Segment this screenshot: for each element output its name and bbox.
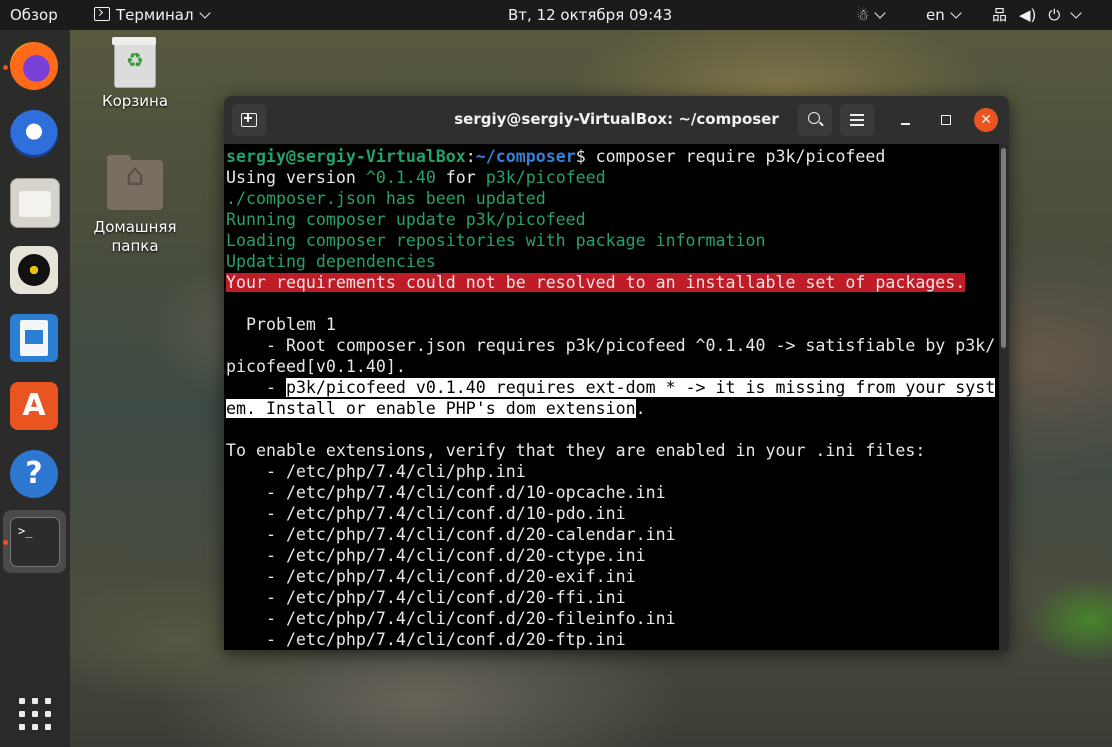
hamburger-menu-button[interactable] (840, 104, 874, 136)
prompt-colon: : (465, 147, 476, 166)
prompt-symbol: $ (575, 147, 596, 166)
home-label-line1: Домашняя (93, 218, 177, 236)
search-button[interactable] (798, 104, 832, 136)
problem-line-1: - Root composer.json requires p3k/picofe… (226, 336, 996, 355)
problem-line-3: - p3k/picofeed v0.1.40 requires ext-dom … (226, 378, 996, 397)
language-label: en (926, 6, 945, 24)
ini-file: - /etc/php/7.4/cli/conf.d/10-pdo.ini (226, 504, 626, 523)
app-menu[interactable]: Терминал (94, 0, 211, 30)
terminal-dock-icon[interactable]: >_ (10, 517, 60, 567)
chevron-down-icon (198, 7, 211, 19)
scrollbar-thumb[interactable] (1001, 148, 1006, 348)
dock: A ? >_ (0, 30, 70, 747)
help-icon[interactable]: ? (10, 450, 58, 498)
prompt-user: sergiy@sergiy-VirtualBox (226, 147, 466, 166)
language-menu[interactable]: en (926, 0, 962, 30)
home-folder-icon (107, 155, 163, 210)
ini-file: - /etc/php/7.4/cli/conf.d/10-opcache.ini (226, 483, 666, 502)
new-tab-button[interactable] (232, 104, 266, 136)
problem-line-4: em. Install or enable PHP's dom extensio… (226, 399, 646, 418)
libreoffice-writer-icon[interactable] (10, 314, 58, 362)
running-indicator (3, 65, 8, 70)
command-text: composer require p3k/picofeed (595, 147, 886, 166)
desktop-home-folder[interactable]: Домашняя папка (86, 155, 184, 256)
thunderbird-icon[interactable] (10, 110, 58, 158)
terminal-icon (94, 7, 110, 21)
firefox-icon[interactable] (10, 42, 58, 90)
maximize-button[interactable] (934, 108, 958, 132)
home-label-line2: папка (111, 237, 159, 255)
line-running: Running composer update p3k/picofeed (226, 210, 586, 229)
network-icon: 品 (992, 6, 1008, 24)
new-tab-icon (241, 113, 257, 127)
files-icon[interactable] (10, 178, 60, 228)
window-title: sergiy@sergiy-VirtualBox: ~/composer (454, 110, 779, 128)
ini-file: - /etc/php/7.4/cli/conf.d/20-exif.ini (226, 567, 636, 586)
apps-grid-icon[interactable] (19, 698, 51, 730)
maximize-icon (941, 115, 951, 125)
volume-icon: ◀) (1019, 6, 1037, 24)
ini-file: - /etc/php/7.4/cli/conf.d/20-ctype.ini (226, 546, 646, 565)
window-titlebar[interactable]: sergiy@sergiy-VirtualBox: ~/composer ✕ (224, 96, 1009, 145)
running-indicator (3, 540, 8, 545)
minimize-icon (901, 123, 910, 125)
desktop-trash[interactable]: Корзина (90, 37, 180, 111)
ini-file: - /etc/php/7.4/cli/conf.d/20-fileinfo.in… (226, 609, 676, 628)
problem-header: Problem 1 (226, 315, 336, 334)
close-icon: ✕ (980, 112, 992, 128)
terminal-window: sergiy@sergiy-VirtualBox: ~/composer ✕ s… (224, 96, 1009, 650)
rhythmbox-icon[interactable] (10, 246, 58, 294)
minimize-button[interactable] (894, 108, 918, 132)
ini-file: - /etc/php/7.4/cli/conf.d/20-calendar.in… (226, 525, 676, 544)
terminal-text: sergiy@sergiy-VirtualBox:~/composer$ com… (226, 146, 996, 650)
trash-label: Корзина (101, 92, 169, 110)
line-loading: Loading composer repositories with packa… (226, 231, 766, 250)
chevron-down-icon (950, 7, 962, 19)
line-updated: ./composer.json has been updated (226, 189, 546, 208)
ini-file: - /etc/php/7.4/cli/php.ini (226, 462, 526, 481)
ini-file: - /etc/php/7.4/cli/conf.d/20-ffi.ini (226, 588, 626, 607)
app-menu-label: Терминал (116, 6, 194, 24)
activities-button[interactable]: Обзор (10, 0, 58, 30)
terminal-output[interactable]: sergiy@sergiy-VirtualBox:~/composer$ com… (224, 144, 999, 650)
top-bar: Обзор Терминал Вт, 12 октября 09:43 ☃ en… (0, 0, 1112, 30)
accessibility-menu[interactable]: ☃ (856, 0, 887, 30)
chevron-down-icon (1070, 7, 1082, 19)
power-icon: ⏻ (1048, 6, 1061, 24)
error-line: Your requirements could not be resolved … (226, 273, 966, 292)
search-icon (808, 112, 820, 124)
terminal-scrollbar[interactable] (999, 144, 1009, 650)
trash-icon (112, 37, 156, 88)
line-using: Using version ^0.1.40 for p3k/picofeed (226, 168, 606, 187)
system-menu[interactable]: 品 ◀) ⏻ (992, 0, 1082, 30)
clock[interactable]: Вт, 12 октября 09:43 (508, 0, 672, 30)
menu-icon (850, 114, 864, 116)
close-button[interactable]: ✕ (974, 108, 998, 132)
problem-line-2: picofeed[v0.1.40]. (226, 357, 406, 376)
ext-intro: To enable extensions, verify that they a… (226, 441, 926, 460)
prompt-path: ~/composer (475, 147, 576, 166)
ubuntu-software-icon[interactable]: A (10, 382, 58, 430)
line-updating: Updating dependencies (226, 252, 436, 271)
terminal-glyph: >_ (18, 524, 33, 538)
chevron-down-icon (874, 7, 887, 19)
accessibility-icon: ☃ (856, 6, 870, 24)
ini-file: - /etc/php/7.4/cli/conf.d/20-ftp.ini (226, 630, 626, 649)
